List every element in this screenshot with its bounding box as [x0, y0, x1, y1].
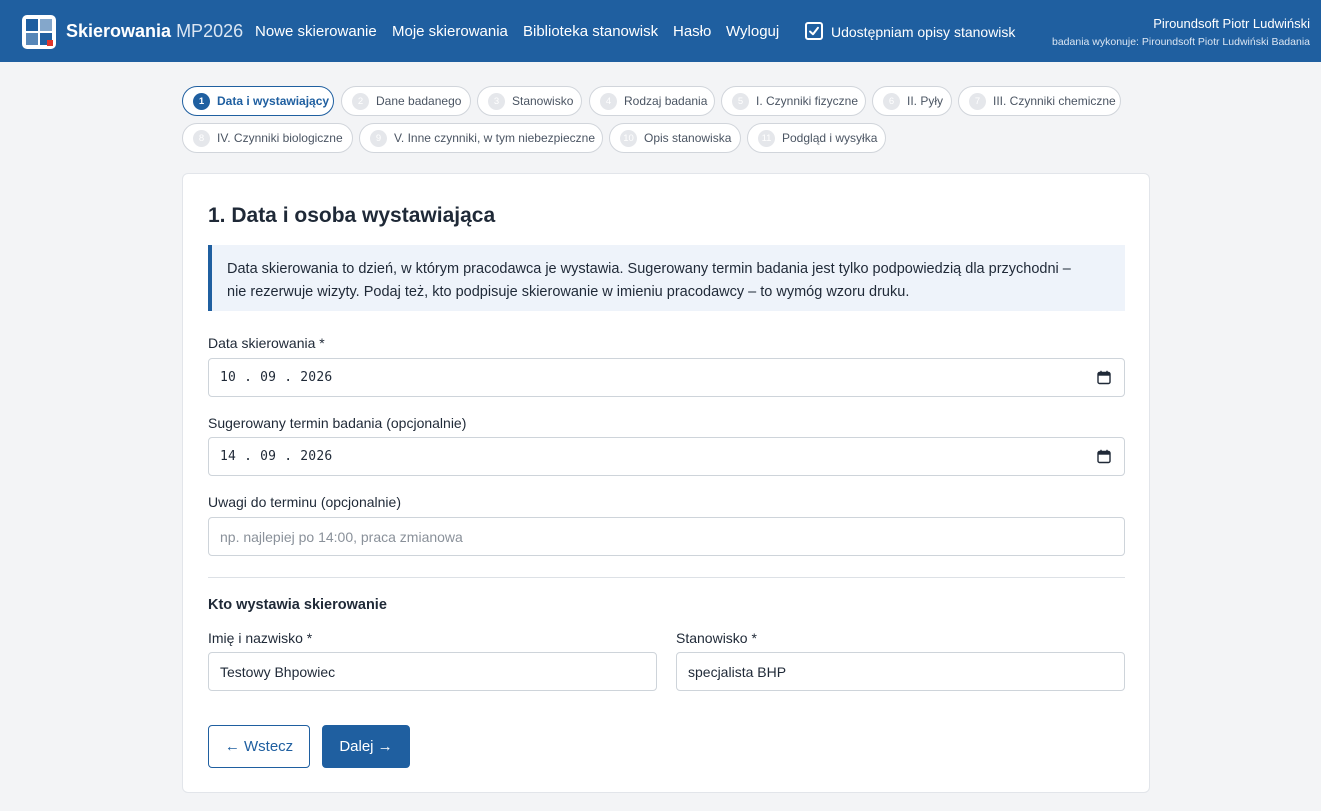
- step-8[interactable]: 8 IV. Czynniki biologiczne: [182, 123, 353, 153]
- step-label: IV. Czynniki biologiczne: [217, 131, 343, 145]
- step-label: Dane badanego: [376, 94, 462, 108]
- date-notes-input[interactable]: [220, 528, 1124, 545]
- back-button[interactable]: ← Wstecz: [208, 725, 310, 768]
- step-10[interactable]: 10 Opis stanowiska: [609, 123, 741, 153]
- app-brand[interactable]: Skierowania MP2026: [66, 21, 243, 42]
- step-1[interactable]: 1 Data i wystawiający: [182, 86, 334, 116]
- suggested-date-field[interactable]: 14 . 09 . 2026: [208, 437, 1125, 476]
- step-3[interactable]: 3 Stanowisko: [477, 86, 582, 116]
- app-logo[interactable]: [22, 15, 56, 49]
- step-number: 1: [193, 92, 210, 110]
- nav-positions-library[interactable]: Biblioteka stanowisk: [523, 23, 658, 40]
- section-divider: [208, 577, 1125, 578]
- top-navbar: Skierowania MP2026 Nowe skierowanie Moje…: [0, 0, 1321, 62]
- info-line-1: Data skierowania to dzień, w którym prac…: [227, 261, 1071, 277]
- step-number: 10: [620, 129, 637, 147]
- step-number: 9: [370, 129, 387, 147]
- step-label: Opis stanowiska: [644, 131, 732, 145]
- issuer-section-title: Kto wystawia skierowanie: [208, 597, 387, 613]
- step-4[interactable]: 4 Rodzaj badania: [589, 86, 715, 116]
- step-11[interactable]: 11 Podgląd i wysyłka: [747, 123, 886, 153]
- share-descriptions-checkbox[interactable]: [805, 22, 823, 40]
- step-label: I. Czynniki fizyczne: [756, 94, 859, 108]
- share-descriptions-label[interactable]: Udostępniam opisy stanowisk: [831, 24, 1015, 40]
- referral-date-field[interactable]: 10 . 09 . 2026: [208, 358, 1125, 397]
- step-label: V. Inne czynniki, w tym niebezpieczne: [394, 131, 595, 145]
- step-label: Rodzaj badania: [624, 94, 708, 108]
- step-number: 3: [488, 92, 505, 110]
- form-card: 1. Data i osoba wystawiająca Data skiero…: [182, 173, 1150, 793]
- step-number: 11: [758, 129, 775, 147]
- suggested-date-label: Sugerowany termin badania (opcjonalnie): [208, 415, 467, 431]
- step-label: Podgląd i wysyłka: [782, 131, 878, 145]
- step-number: 5: [732, 92, 749, 110]
- date-notes-label: Uwagi do terminu (opcjonalnie): [208, 494, 401, 510]
- step-number: 4: [600, 92, 617, 110]
- calendar-icon[interactable]: [1097, 449, 1111, 464]
- issuer-position-value: specjalista BHP: [688, 663, 787, 680]
- page-title: 1. Data i osoba wystawiająca: [208, 204, 496, 227]
- step-number: 2: [352, 92, 369, 110]
- date-notes-field: [208, 517, 1125, 556]
- suggested-date-value: 14 . 09 . 2026: [220, 449, 333, 464]
- step-label: Stanowisko: [512, 94, 574, 108]
- nav-logout[interactable]: Wyloguj: [726, 23, 779, 40]
- step-number: 7: [969, 92, 986, 110]
- step-number: 6: [883, 92, 900, 110]
- step-label: III. Czynniki chemiczne: [993, 94, 1116, 108]
- issuer-name-label: Imię i nazwisko *: [208, 630, 313, 646]
- issuer-position-label: Stanowisko *: [676, 630, 757, 646]
- info-line-2: nie rezerwuje wizyty. Podaj też, kto pod…: [227, 284, 910, 300]
- nav-password[interactable]: Hasło: [673, 23, 711, 40]
- next-button[interactable]: Dalej →: [322, 725, 410, 768]
- referral-date-value: 10 . 09 . 2026: [220, 370, 333, 385]
- step-label: Data i wystawiający: [217, 94, 330, 108]
- step-6[interactable]: 6 II. Pyły: [872, 86, 952, 116]
- user-name: Piroundsoft Piotr Ludwiński: [1153, 16, 1310, 31]
- step-9[interactable]: 9 V. Inne czynniki, w tym niebezpieczne: [359, 123, 603, 153]
- checkbox-checked-icon: [809, 26, 819, 36]
- referral-date-label: Data skierowania *: [208, 335, 325, 351]
- user-provider: badania wykonuje: Piroundsoft Piotr Ludw…: [1052, 36, 1310, 48]
- brand-suffix: MP2026: [176, 21, 244, 41]
- issuer-position-field[interactable]: specjalista BHP: [676, 652, 1125, 691]
- step-label: II. Pyły: [907, 94, 944, 108]
- issuer-name-field[interactable]: Testowy Bhpowiec: [208, 652, 657, 691]
- nav-new-referral[interactable]: Nowe skierowanie: [255, 23, 377, 40]
- brand-name: Skierowania: [66, 21, 172, 41]
- calendar-icon[interactable]: [1097, 370, 1111, 385]
- step-number: 8: [193, 129, 210, 147]
- nav-my-referrals[interactable]: Moje skierowania: [392, 23, 508, 40]
- step-5[interactable]: 5 I. Czynniki fizyczne: [721, 86, 866, 116]
- step-2[interactable]: 2 Dane badanego: [341, 86, 471, 116]
- step-7[interactable]: 7 III. Czynniki chemiczne: [958, 86, 1121, 116]
- issuer-name-value: Testowy Bhpowiec: [220, 663, 336, 680]
- info-callout: Data skierowania to dzień, w którym prac…: [208, 245, 1125, 311]
